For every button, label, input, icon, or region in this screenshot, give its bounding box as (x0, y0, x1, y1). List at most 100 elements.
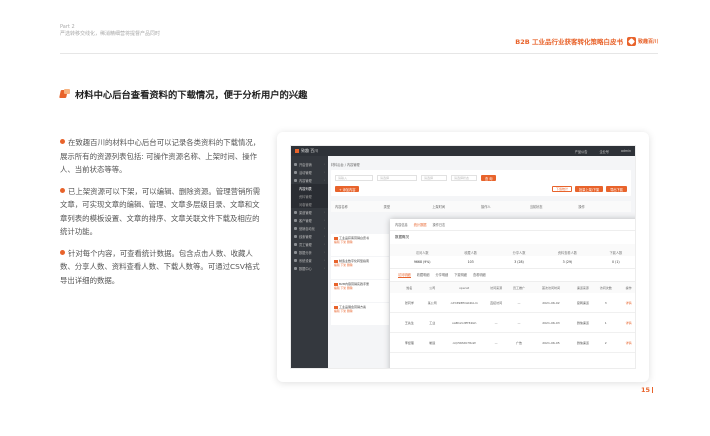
modal-tabs: 内容信息 统计数据 操作日志 (390, 219, 635, 231)
brand-title: B2B 工业品行业获客转化策略白皮书 (515, 38, 623, 46)
modal-title: 数据概况 (395, 235, 409, 239)
sidebar-item[interactable]: 开启营销 › (291, 160, 328, 168)
export-button[interactable]: 导出下载 (606, 186, 627, 192)
stats-values: 9668 (9%) 103 3 (28) 3 (29) 0 (1) (390, 256, 635, 269)
table-row: 制造业数字化转型指南 编辑 下架 删除 (331, 257, 389, 279)
stat-label: 访问人数 (415, 251, 429, 255)
table-cell: 李经理 (404, 340, 414, 345)
sidebar-item[interactable]: 线索管理 › (291, 232, 328, 240)
bullet-item: 在致趣百川的材料中心后台可以记录各类资料的下载情况，展示所有的资源列表包括: 可… (60, 136, 265, 177)
stat-value: 3 (28) (514, 260, 524, 264)
app-screenshot: 致趣 百川 产品公告 企业号 admin 开启营销 › 活动管理 › 内容管理 › 内容列表… (290, 145, 636, 369)
batch-shelve-button[interactable]: 批量上架/下架 (575, 186, 604, 192)
detail-tab[interactable]: 收藏明细 (417, 272, 430, 278)
chevron-icon: › (323, 170, 325, 174)
filter-panel: 请输入 请选择 请选择 请选择状态 查 询 + 添加内容 下载统计 批量上架/下… (331, 170, 631, 196)
part-subtitle: 严选转移交线化，稀消精细营将提督产品同时 (60, 31, 161, 37)
page-number: 15 (641, 386, 653, 394)
sidebar-item-label: 数据分析 (299, 250, 312, 255)
table-cell: oXYZ98fhGK2kLm (450, 300, 478, 305)
detail-tab[interactable]: 访问明细 (398, 272, 411, 278)
sidebar-item[interactable]: 员工管理 › (291, 240, 328, 248)
menu-icon (294, 218, 297, 222)
filter-select[interactable]: 请选择 (377, 175, 417, 181)
content-list: 工业品获客营销白皮书 编辑 下架 删除 制造业数字化转型指南 编辑 下架 删除 B2B内… (331, 234, 389, 326)
sidebar-item[interactable]: 内容管理 › (291, 176, 328, 184)
search-button[interactable]: 查 询 (481, 175, 497, 181)
column-header: 内容名称 (335, 205, 348, 209)
bullet-text: 针对每个内容，可查看统计数据。包含点击人数、收藏人数、分享人数、资料查看人数、下… (60, 248, 260, 285)
table-cell[interactable]: 详情 (617, 301, 635, 305)
topbar-link[interactable]: 企业号 (599, 149, 609, 154)
sidebar-item[interactable]: 渠道管理 › (291, 208, 328, 216)
status-select[interactable]: 请选择状态 (451, 175, 477, 181)
sidebar-item[interactable]: 资料管理 (291, 192, 328, 200)
sidebar-item[interactable]: 活动管理 › (291, 168, 328, 176)
column-header: 员工推广 (512, 285, 525, 290)
modal-tab[interactable]: 内容信息 (395, 222, 408, 227)
chevron-icon: › (323, 266, 325, 270)
row-actions[interactable]: 编辑 下架 删除 (334, 309, 386, 313)
bullet-dot-icon (60, 249, 65, 255)
column-header: 操作 (625, 285, 632, 290)
add-content-button[interactable]: + 添加内容 (335, 186, 360, 192)
filter-input[interactable]: 请输入 (335, 175, 373, 181)
download-stats-button[interactable]: 下载统计 (552, 186, 573, 192)
menu-icon (294, 170, 297, 174)
filter-select[interactable]: 请选择 (421, 175, 447, 181)
sidebar-item-label: 营销自动化 (299, 226, 315, 231)
chevron-icon: › (323, 258, 325, 262)
table-cell: 1 (604, 320, 607, 325)
sidebar-item-label: 数据中心 (299, 266, 312, 271)
heading-text: 材料中心后台查看资料的下载情况，便于分析用户的兴趣 (75, 90, 308, 101)
topbar-link[interactable]: 产品公告 (575, 149, 588, 154)
sidebar-item[interactable]: 客户管理 › (291, 216, 328, 224)
sidebar-item[interactable]: 数据中心 › (291, 264, 328, 272)
sidebar-item[interactable]: 营销自动化 › (291, 224, 328, 232)
sidebar-item[interactable]: 系统设置 › (291, 256, 328, 264)
chevron-icon: › (323, 234, 325, 238)
sidebar-item[interactable]: 数据分析 › (291, 248, 328, 256)
sidebar-item[interactable]: 内容列表 (291, 184, 328, 192)
row-actions[interactable]: 编辑 下架 删除 (334, 263, 386, 267)
bullet-text: 在致趣百川的材料中心后台可以记录各类资料的下载情况，展示所有的资源列表包括: 可… (60, 138, 261, 174)
table-row: 工业品展会营销方案 编辑 下架 删除 (331, 303, 389, 325)
chevron-icon: › (323, 178, 325, 182)
app-name: 致趣 百川 (301, 148, 319, 153)
action-row: + 添加内容 下载统计 批量上架/下架 导出下载 (331, 186, 631, 196)
table-row: 张同学 某公司 oXYZ98fhGK2kLm 直接访问 — 2021-06-02 官网渠道 3… (390, 293, 635, 313)
menu-icon (294, 234, 297, 238)
chevron-icon: › (323, 250, 325, 254)
sidebar-item[interactable]: 问卷管理 (291, 200, 328, 208)
topbar-link[interactable]: admin (621, 149, 631, 154)
column-header: 访问次数 (599, 285, 612, 290)
sidebar-item-label: 系统设置 (299, 258, 312, 263)
bullet-item: 已上架资源可以下架，可以编辑、删除资源。管理营销所需文章，可实现文章的编辑、管理… (60, 185, 265, 239)
table-cell: 3 (604, 300, 607, 305)
menu-icon (294, 266, 297, 270)
detail-tab[interactable]: 分享明细 (436, 272, 449, 278)
stat-value: 9668 (9%) (413, 260, 431, 264)
table-cell: — (494, 340, 498, 345)
stats-modal: 内容信息统计数据操作日志 数据概况 关闭 访问人数收藏人数分享人数资料查看人数下… (390, 219, 635, 368)
stat-label: 资料查看人数 (557, 251, 577, 255)
stat-label: 收藏人数 (464, 251, 477, 255)
chevron-icon: › (323, 218, 325, 222)
modal-tab[interactable]: 操作日志 (433, 222, 446, 227)
stats-header: 访问人数 收藏人数 分享人数 资料查看人数 下载人数 (390, 244, 635, 256)
table-cell[interactable]: 详情 (617, 321, 635, 325)
column-header: 访问来源 (490, 285, 503, 290)
sidebar-item-label: 开启营销 (299, 162, 312, 167)
sidebar-item-label: 问卷管理 (299, 202, 312, 207)
row-actions[interactable]: 编辑 下架 删除 (334, 240, 386, 244)
detail-tab[interactable]: 下载明细 (454, 272, 467, 278)
modal-tab[interactable]: 统计数据 (414, 222, 427, 227)
row-actions[interactable]: 编辑 下架 删除 (334, 286, 386, 290)
detail-tab[interactable]: 查看明细 (473, 272, 486, 278)
chevron-icon: › (323, 242, 325, 246)
screenshot-card: 致趣 百川 产品公告 企业号 admin 开启营销 › 活动管理 › 内容管理 › 内容列表… (277, 132, 649, 382)
table-cell[interactable]: 详情 (617, 341, 635, 345)
bullet-dot-icon (60, 187, 65, 193)
detail-table-header: 姓名 公司 openid 访问来源 员工推广 首次访问时间 渠道来源 访问次数 操作 (390, 282, 635, 293)
table-cell: 张同学 (404, 300, 414, 305)
